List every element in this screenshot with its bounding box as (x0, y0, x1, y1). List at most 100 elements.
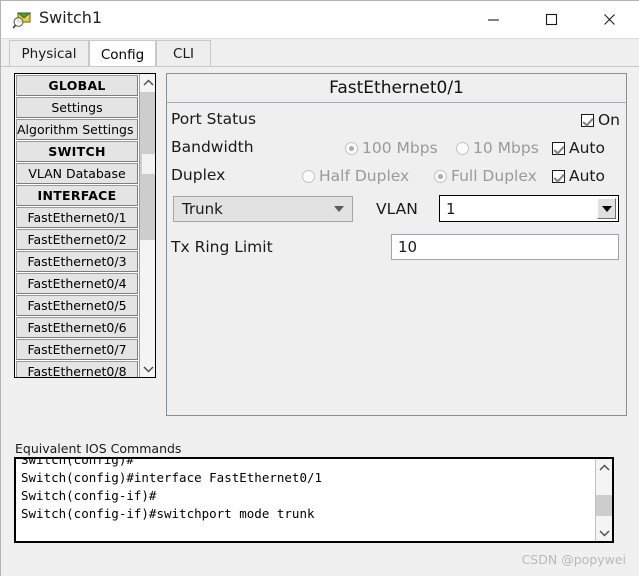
sidebar-item-fastethernet0-5[interactable]: FastEthernet0/5 (16, 295, 138, 316)
panel-body: Port Status On Bandwidth 100 Mbps (167, 103, 626, 416)
sidebar-item-algorithm-settings[interactable]: Algorithm Settings (16, 119, 138, 140)
sidebar-header-interface: INTERFACE (16, 185, 138, 206)
tab-strip: Physical Config CLI (1, 39, 639, 67)
duplex-auto-checkbox[interactable]: Auto (552, 167, 605, 185)
vlan-value: 1 (446, 200, 456, 218)
sidebar-item-fastethernet0-4[interactable]: FastEthernet0/4 (16, 273, 138, 294)
console-scrollbar[interactable] (595, 459, 612, 541)
duplex-row: Duplex Half Duplex Full Duplex Auto (167, 163, 626, 189)
console-scrollbar-thumb[interactable] (596, 495, 612, 516)
tab-cli-label: CLI (173, 46, 194, 62)
sidebar-label: FastEthernet0/6 (27, 320, 126, 335)
sidebar-item-fastethernet0-7[interactable]: FastEthernet0/7 (16, 339, 138, 360)
switch-config-window: Switch1 Physical Config CLI (0, 0, 639, 576)
sidebar-item-fastethernet0-3[interactable]: FastEthernet0/3 (16, 251, 138, 272)
vlan-dropdown[interactable]: 1 (439, 195, 619, 222)
sidebar-item-fastethernet0-1[interactable]: FastEthernet0/1 (16, 207, 138, 228)
checkbox-icon (552, 142, 565, 155)
sidebar-label: FastEthernet0/5 (27, 298, 126, 313)
bandwidth-radio-100mbps[interactable]: 100 Mbps (345, 139, 438, 157)
window-title: Switch1 (39, 8, 102, 27)
sidebar-label: SWITCH (48, 144, 105, 159)
packet-tracer-switch-icon (12, 10, 32, 30)
radio-icon (302, 170, 315, 183)
sidebar-scrollbar[interactable] (139, 74, 155, 377)
close-button[interactable] (586, 1, 632, 38)
config-navigation-list: GLOBAL Settings Algorithm Settings SWITC… (14, 73, 156, 378)
radio-icon (434, 170, 447, 183)
bandwidth-auto-label: Auto (569, 139, 605, 157)
scroll-down-icon[interactable] (140, 360, 156, 377)
chevron-down-icon (334, 206, 344, 212)
tx-ring-limit-value: 10 (398, 238, 417, 256)
chevron-down-icon[interactable] (597, 198, 616, 219)
sidebar-item-fastethernet0-2[interactable]: FastEthernet0/2 (16, 229, 138, 250)
duplex-radio-half[interactable]: Half Duplex (302, 167, 409, 185)
minimize-button[interactable] (470, 1, 516, 38)
checkbox-icon (581, 114, 594, 127)
checkbox-icon (552, 170, 565, 183)
sidebar-label: FastEthernet0/3 (27, 254, 126, 269)
scroll-up-icon[interactable] (140, 74, 156, 91)
mode-vlan-row: Trunk VLAN 1 (167, 196, 626, 226)
duplex-full-label: Full Duplex (451, 167, 537, 185)
title-bar: Switch1 (1, 1, 639, 39)
sidebar-scrollbar-track[interactable] (140, 92, 156, 240)
bandwidth-label: Bandwidth (171, 138, 254, 156)
sidebar-item-vlan-database[interactable]: VLAN Database (16, 163, 138, 184)
tab-config[interactable]: Config (89, 40, 156, 68)
port-status-label: Port Status (171, 110, 256, 128)
sidebar-scrollbar-thumb[interactable] (142, 154, 155, 174)
radio-icon (456, 142, 469, 155)
sidebar-label: FastEthernet0/4 (27, 276, 126, 291)
duplex-half-label: Half Duplex (319, 167, 409, 185)
tx-ring-limit-label: Tx Ring Limit (171, 238, 273, 256)
switchport-mode-dropdown[interactable]: Trunk (173, 196, 353, 222)
sidebar-label: Algorithm Settings (17, 122, 133, 137)
sidebar-label: FastEthernet0/8 (27, 364, 126, 377)
sidebar-label: INTERFACE (38, 188, 117, 203)
duplex-label: Duplex (171, 166, 225, 184)
scroll-down-icon[interactable] (596, 524, 612, 541)
tab-config-label: Config (101, 47, 144, 63)
bandwidth-row: Bandwidth 100 Mbps 10 Mbps Auto (167, 135, 626, 161)
interface-config-panel: FastEthernet0/1 Port Status On Bandwidth (166, 73, 627, 416)
port-status-row: Port Status On (167, 107, 626, 133)
sidebar-item-settings[interactable]: Settings (16, 97, 138, 118)
scroll-up-icon[interactable] (596, 459, 612, 476)
duplex-radio-full[interactable]: Full Duplex (434, 167, 537, 185)
tx-ring-limit-row: Tx Ring Limit 10 (167, 234, 626, 264)
duplex-auto-label: Auto (569, 167, 605, 185)
panel-title-label: FastEthernet0/1 (329, 78, 464, 98)
ios-commands-text: Switch(config)# Switch(config)#interface… (21, 457, 322, 543)
sidebar-label: VLAN Database (28, 166, 125, 181)
port-status-checkbox-label: On (598, 111, 620, 129)
switchport-mode-value: Trunk (182, 200, 223, 218)
port-status-checkbox[interactable]: On (581, 111, 620, 129)
config-navigation-items: GLOBAL Settings Algorithm Settings SWITC… (15, 74, 139, 377)
panel-title: FastEthernet0/1 (167, 74, 626, 103)
content-area: GLOBAL Settings Algorithm Settings SWITC… (1, 67, 639, 576)
watermark: CSDN @popywei (522, 552, 626, 567)
bandwidth-10mbps-label: 10 Mbps (473, 139, 539, 157)
sidebar-label: FastEthernet0/1 (27, 210, 126, 225)
sidebar-label: FastEthernet0/7 (27, 342, 126, 357)
sidebar-item-fastethernet0-6[interactable]: FastEthernet0/6 (16, 317, 138, 338)
sidebar-header-switch: SWITCH (16, 141, 138, 162)
sidebar-label: GLOBAL (48, 78, 105, 93)
tab-physical[interactable]: Physical (9, 40, 89, 67)
sidebar-item-fastethernet0-8[interactable]: FastEthernet0/8 (16, 361, 138, 377)
tab-cli[interactable]: CLI (156, 40, 211, 67)
tx-ring-limit-input[interactable]: 10 (391, 234, 619, 260)
bandwidth-auto-checkbox[interactable]: Auto (552, 139, 605, 157)
ios-commands-console[interactable]: Switch(config)# Switch(config)#interface… (14, 457, 614, 543)
sidebar-header-global: GLOBAL (16, 75, 138, 96)
sidebar-label: Settings (51, 100, 102, 115)
ios-commands-label: Equivalent IOS Commands (15, 441, 181, 456)
sidebar-label: FastEthernet0/2 (27, 232, 126, 247)
radio-icon (345, 142, 358, 155)
bandwidth-radio-10mbps[interactable]: 10 Mbps (456, 139, 539, 157)
bandwidth-100mbps-label: 100 Mbps (362, 139, 438, 157)
maximize-button[interactable] (528, 1, 574, 38)
vlan-label: VLAN (376, 200, 418, 218)
